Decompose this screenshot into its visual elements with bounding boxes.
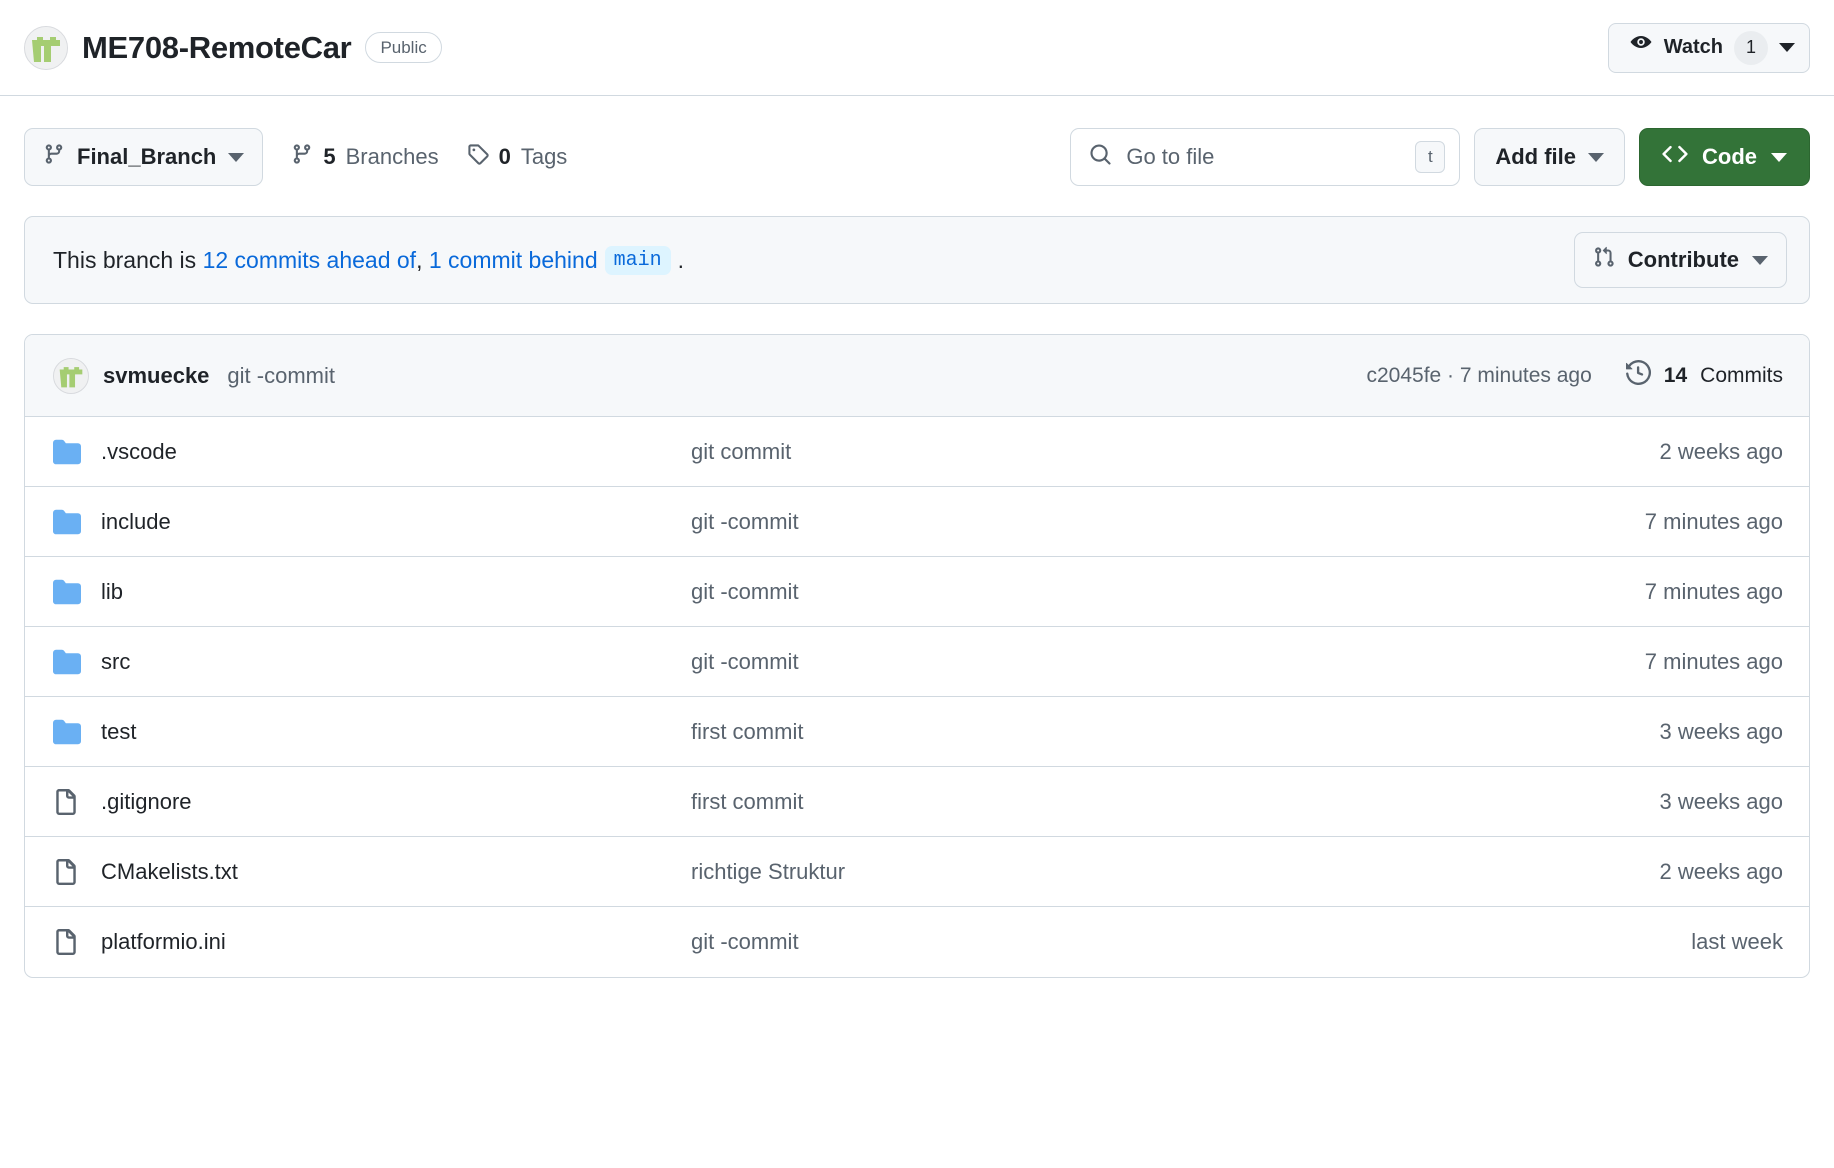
tags-label: Tags (521, 144, 567, 170)
file-name-link[interactable]: src (101, 649, 691, 675)
watch-count-badge: 1 (1734, 31, 1768, 65)
eye-icon (1629, 33, 1653, 63)
branch-selector-button[interactable]: Final_Branch (24, 128, 263, 186)
folder-icon (53, 508, 101, 536)
file-commit-message[interactable]: first commit (691, 719, 1659, 745)
file-commit-time: 7 minutes ago (1645, 579, 1783, 605)
commits-behind-link[interactable]: 1 commit behind (429, 247, 598, 274)
table-row[interactable]: .vscodegit commit2 weeks ago (25, 417, 1809, 487)
table-row[interactable]: libgit -commit7 minutes ago (25, 557, 1809, 627)
search-icon (1089, 143, 1112, 171)
file-listing-table: svmuecke git -commit c2045fe · 7 minutes… (24, 334, 1810, 978)
add-file-label: Add file (1495, 144, 1576, 170)
file-commit-message[interactable]: first commit (691, 789, 1659, 815)
file-icon (53, 929, 101, 955)
tag-icon (467, 143, 489, 171)
commits-count-number: 14 (1664, 364, 1687, 388)
table-row[interactable]: platformio.inigit -commitlast week (25, 907, 1809, 977)
author-avatar-icon[interactable] (53, 358, 89, 394)
file-name-link[interactable]: .vscode (101, 439, 691, 465)
branches-label: Branches (346, 144, 439, 170)
banner-prefix: This branch is (53, 247, 196, 274)
file-name-link[interactable]: test (101, 719, 691, 745)
repo-title-group: ME708-RemoteCar Public (24, 26, 442, 70)
file-name-link[interactable]: lib (101, 579, 691, 605)
chevron-down-icon (1588, 153, 1604, 162)
file-commit-time: 7 minutes ago (1645, 649, 1783, 675)
contribute-label: Contribute (1628, 247, 1739, 273)
git-pull-request-icon (1593, 246, 1615, 274)
tags-count: 0 (499, 144, 511, 170)
code-label: Code (1702, 144, 1757, 170)
latest-commit-info: svmuecke git -commit (53, 358, 335, 394)
owner-avatar-icon[interactable] (24, 26, 68, 70)
code-brackets-icon (1662, 141, 1688, 173)
commits-count-label: Commits (1700, 364, 1783, 388)
file-commit-time: 3 weeks ago (1659, 719, 1783, 745)
chevron-down-icon (228, 153, 244, 162)
file-commit-message[interactable]: git -commit (691, 649, 1645, 675)
file-commit-message[interactable]: git -commit (691, 579, 1645, 605)
file-name-link[interactable]: CMakelists.txt (101, 859, 691, 885)
banner-suffix: . (678, 247, 684, 274)
tags-count-link[interactable]: 0 Tags (467, 143, 568, 171)
file-commit-message[interactable]: git commit (691, 439, 1659, 465)
file-commit-message[interactable]: richtige Struktur (691, 859, 1659, 885)
table-row[interactable]: srcgit -commit7 minutes ago (25, 627, 1809, 697)
chevron-down-icon[interactable] (1779, 43, 1795, 52)
branches-count: 5 (323, 144, 335, 170)
file-commit-time: 2 weeks ago (1659, 859, 1783, 885)
code-button[interactable]: Code (1639, 128, 1810, 186)
search-shortcut-key: t (1415, 141, 1445, 173)
folder-icon (53, 718, 101, 746)
table-row[interactable]: includegit -commit7 minutes ago (25, 487, 1809, 557)
git-branch-icon (43, 143, 65, 171)
watch-button[interactable]: Watch 1 (1608, 23, 1810, 73)
latest-commit-bar: svmuecke git -commit c2045fe · 7 minutes… (25, 335, 1809, 417)
commits-ahead-link[interactable]: 12 commits ahead of (203, 247, 417, 274)
folder-icon (53, 648, 101, 676)
branches-count-link[interactable]: 5 Branches (291, 143, 438, 171)
commit-author-link[interactable]: svmuecke (103, 363, 209, 389)
file-name-link[interactable]: include (101, 509, 691, 535)
watch-label: Watch (1664, 36, 1723, 59)
commit-hash-and-time[interactable]: c2045fe · 7 minutes ago (1366, 364, 1591, 388)
chevron-down-icon (1752, 256, 1768, 265)
contribute-button[interactable]: Contribute (1574, 232, 1787, 288)
search-input[interactable]: Go to file (1126, 144, 1415, 170)
branch-name-label: Final_Branch (77, 144, 216, 170)
status-badge: Public (365, 32, 441, 63)
repo-header: ME708-RemoteCar Public Watch 1 (0, 0, 1834, 96)
file-commit-time: 2 weeks ago (1659, 439, 1783, 465)
file-name-link[interactable]: platformio.ini (101, 929, 691, 955)
folder-icon (53, 578, 101, 606)
table-row[interactable]: testfirst commit3 weeks ago (25, 697, 1809, 767)
folder-icon (53, 438, 101, 466)
file-icon (53, 859, 101, 885)
history-icon (1626, 360, 1651, 391)
branch-status-text: This branch is 12 commits ahead of , 1 c… (53, 246, 684, 275)
branch-status-banner: This branch is 12 commits ahead of , 1 c… (24, 216, 1810, 304)
file-commit-time: 3 weeks ago (1659, 789, 1783, 815)
base-branch-chip[interactable]: main (605, 246, 671, 275)
latest-commit-meta: c2045fe · 7 minutes ago 14 Commits (1366, 360, 1783, 391)
chevron-down-icon (1771, 153, 1787, 162)
table-row[interactable]: CMakelists.txtrichtige Struktur2 weeks a… (25, 837, 1809, 907)
table-row[interactable]: .gitignorefirst commit3 weeks ago (25, 767, 1809, 837)
file-commit-time: last week (1691, 929, 1783, 955)
file-commit-time: 7 minutes ago (1645, 509, 1783, 535)
file-name-link[interactable]: .gitignore (101, 789, 691, 815)
file-icon (53, 789, 101, 815)
add-file-button[interactable]: Add file (1474, 128, 1625, 186)
go-to-file-search[interactable]: Go to file t (1070, 128, 1460, 186)
repo-toolbar: Final_Branch 5 Branches 0 Tags Go to fil… (0, 96, 1834, 186)
file-commit-message[interactable]: git -commit (691, 929, 1691, 955)
page-title[interactable]: ME708-RemoteCar (82, 30, 351, 66)
commits-history-link[interactable]: 14 Commits (1626, 360, 1783, 391)
commit-message-link[interactable]: git -commit (227, 363, 335, 389)
file-commit-message[interactable]: git -commit (691, 509, 1645, 535)
file-rows-container: .vscodegit commit2 weeks agoincludegit -… (25, 417, 1809, 977)
git-branch-icon (291, 143, 313, 171)
